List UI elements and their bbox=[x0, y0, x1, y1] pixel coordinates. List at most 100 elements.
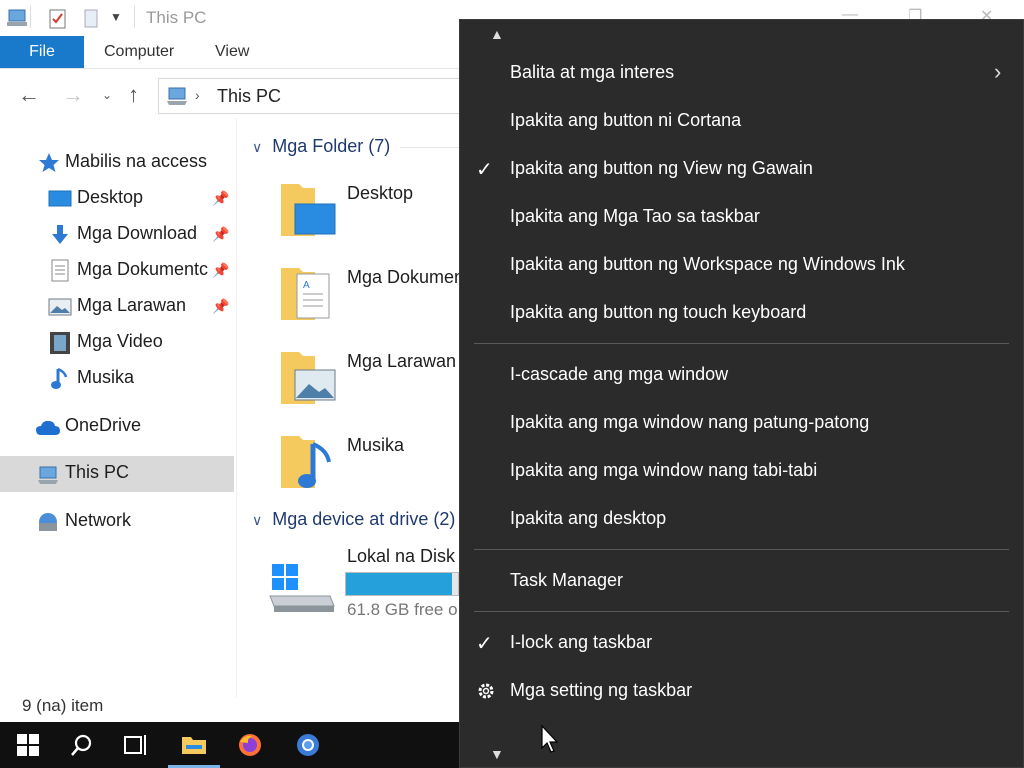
drives-section-header[interactable]: ∨ Mga device at drive (2) bbox=[252, 509, 455, 530]
sidebar-item-music[interactable]: Musika bbox=[0, 361, 234, 397]
menu-item-cascade[interactable]: I-cascade ang mga window bbox=[460, 352, 1023, 400]
pane-divider[interactable] bbox=[236, 118, 237, 698]
folder-name[interactable]: Musika bbox=[347, 435, 404, 456]
menu-item-label: I-cascade ang mga window bbox=[510, 364, 729, 384]
file-explorer-icon[interactable] bbox=[166, 722, 222, 768]
menu-item-show-desktop[interactable]: Ipakita ang desktop bbox=[460, 496, 1023, 544]
chevron-down-icon: ∨ bbox=[252, 512, 263, 528]
sidebar-item-videos[interactable]: Mga Video bbox=[0, 325, 234, 361]
drive-name[interactable]: Lokal na Disk ( bbox=[347, 546, 466, 567]
drive-usage-bar bbox=[345, 572, 459, 596]
menu-item-label: Mga setting ng taskbar bbox=[510, 680, 693, 700]
sidebar-item-pictures[interactable]: Mga Larawan 📌 bbox=[0, 289, 234, 325]
music-icon bbox=[50, 367, 70, 396]
firefox-icon[interactable] bbox=[222, 722, 278, 768]
menu-item-label: Task Manager bbox=[510, 570, 624, 590]
address-bar[interactable]: › This PC bbox=[158, 78, 490, 114]
section-rule bbox=[400, 147, 460, 148]
sidebar-item-onedrive[interactable]: OneDrive bbox=[0, 409, 234, 445]
video-icon bbox=[49, 331, 71, 360]
folders-section-header[interactable]: ∨ Mga Folder (7) bbox=[252, 136, 390, 157]
local-disk-icon[interactable] bbox=[268, 560, 336, 619]
menu-item-label: Ipakita ang mga window nang tabi-tabi bbox=[510, 460, 818, 480]
back-icon[interactable]: ← bbox=[18, 82, 40, 108]
menu-item-side-by-side[interactable]: Ipakita ang mga window nang tabi-tabi bbox=[460, 448, 1023, 496]
customize-toolbar-icon[interactable]: ▼ bbox=[110, 10, 122, 24]
menu-item-task-manager[interactable]: Task Manager bbox=[460, 558, 1023, 606]
breadcrumb[interactable]: This PC bbox=[217, 86, 281, 107]
sidebar-item-label: Mga Larawan bbox=[77, 295, 187, 315]
sidebar-item-documents[interactable]: Mga Dokumentc 📌 bbox=[0, 253, 234, 289]
menu-separator bbox=[474, 549, 1009, 550]
menu-separator bbox=[474, 611, 1009, 612]
forward-icon[interactable]: → bbox=[62, 82, 84, 108]
checkmark-icon: ✓ bbox=[476, 159, 493, 181]
document-icon bbox=[50, 259, 70, 288]
menu-item-people[interactable]: Ipakita ang Mga Tao sa taskbar bbox=[460, 194, 1023, 242]
sidebar-item-label: Mabilis na access bbox=[65, 151, 208, 171]
section-title: Mga Folder (7) bbox=[272, 136, 391, 156]
search-icon[interactable] bbox=[54, 722, 110, 768]
documents-folder-icon[interactable]: A bbox=[279, 262, 330, 320]
menu-item-windows-ink[interactable]: Ipakita ang button ng Workspace ng Windo… bbox=[460, 242, 1023, 290]
network-icon bbox=[36, 510, 60, 539]
sidebar-item-quick-access[interactable]: Mabilis na access bbox=[0, 145, 234, 181]
pictures-folder-icon[interactable] bbox=[279, 346, 336, 404]
drive-usage-fill bbox=[346, 573, 453, 595]
recent-locations-icon[interactable]: ⌄ bbox=[102, 88, 112, 102]
pin-icon[interactable]: 📌 bbox=[212, 226, 229, 243]
sidebar-item-label: Mga Video bbox=[77, 331, 163, 351]
menu-item-touch-keyboard[interactable]: Ipakita ang button ng touch keyboard bbox=[460, 290, 1023, 338]
menu-separator bbox=[474, 343, 1009, 344]
menu-item-label: Balita at mga interes bbox=[510, 62, 675, 82]
tab-file[interactable]: File bbox=[0, 36, 84, 68]
menu-item-taskbar-settings[interactable]: Mga setting ng taskbar bbox=[460, 668, 1023, 716]
tab-computer[interactable]: Computer bbox=[104, 43, 174, 61]
drive-free-space: 61.8 GB free o bbox=[347, 600, 458, 619]
chevron-down-icon: ∨ bbox=[252, 139, 263, 155]
menu-item-task-view-button[interactable]: ✓ Ipakita ang button ng View ng Gawain bbox=[460, 146, 1023, 194]
task-view-icon[interactable] bbox=[108, 722, 164, 768]
computer-icon[interactable] bbox=[6, 8, 28, 33]
computer-icon bbox=[165, 85, 189, 112]
sidebar-item-desktop[interactable]: Desktop 📌 bbox=[0, 181, 234, 217]
svg-text:A: A bbox=[303, 280, 310, 291]
cloud-icon bbox=[35, 419, 61, 442]
desktop-icon bbox=[48, 189, 72, 214]
taskbar-context-menu: ▲ Balita at mga interes › Ipakita ang bu… bbox=[459, 19, 1024, 768]
window-title: This PC bbox=[146, 8, 207, 27]
gear-icon bbox=[476, 681, 496, 706]
menu-item-stacked[interactable]: Ipakita ang mga window nang patung-paton… bbox=[460, 400, 1023, 448]
up-icon[interactable]: ↑ bbox=[128, 82, 139, 108]
scroll-up-icon[interactable]: ▲ bbox=[490, 26, 504, 42]
sidebar-item-downloads[interactable]: Mga Download 📌 bbox=[0, 217, 234, 253]
section-title: Mga device at drive (2) bbox=[272, 509, 456, 529]
new-folder-icon[interactable] bbox=[82, 8, 100, 35]
properties-icon[interactable] bbox=[48, 8, 68, 35]
menu-item-news-interests[interactable]: Balita at mga interes › bbox=[460, 50, 1023, 98]
menu-item-label: Ipakita ang button ng touch keyboard bbox=[510, 302, 807, 322]
folder-name[interactable]: Mga Dokumen bbox=[347, 267, 464, 288]
scroll-down-icon[interactable]: ▼ bbox=[490, 746, 504, 762]
pin-icon[interactable]: 📌 bbox=[212, 262, 229, 279]
navigation-pane: Mabilis na access Desktop 📌 Mga Download… bbox=[0, 118, 236, 698]
pin-icon[interactable]: 📌 bbox=[212, 298, 229, 315]
menu-item-label: Ipakita ang Mga Tao sa taskbar bbox=[510, 206, 760, 226]
divider bbox=[30, 6, 31, 28]
sidebar-item-label: OneDrive bbox=[65, 415, 142, 435]
music-folder-icon[interactable] bbox=[279, 430, 331, 488]
sidebar-item-network[interactable]: Network bbox=[0, 504, 234, 540]
folder-name[interactable]: Mga Larawan bbox=[347, 351, 456, 372]
menu-item-label: Ipakita ang button ni Cortana bbox=[510, 110, 742, 130]
tab-view[interactable]: View bbox=[215, 43, 249, 61]
star-icon bbox=[38, 152, 60, 179]
menu-item-cortana-button[interactable]: Ipakita ang button ni Cortana bbox=[460, 98, 1023, 146]
breadcrumb-chevron-icon[interactable]: › bbox=[195, 87, 200, 103]
windows-start-icon[interactable] bbox=[0, 722, 56, 768]
desktop-folder-icon[interactable] bbox=[279, 178, 336, 236]
chrome-icon[interactable] bbox=[280, 722, 336, 768]
folder-name[interactable]: Desktop bbox=[347, 183, 413, 204]
menu-item-lock-taskbar[interactable]: ✓ I-lock ang taskbar bbox=[460, 620, 1023, 668]
pin-icon[interactable]: 📌 bbox=[212, 190, 229, 207]
sidebar-item-this-pc[interactable]: This PC bbox=[0, 456, 234, 492]
